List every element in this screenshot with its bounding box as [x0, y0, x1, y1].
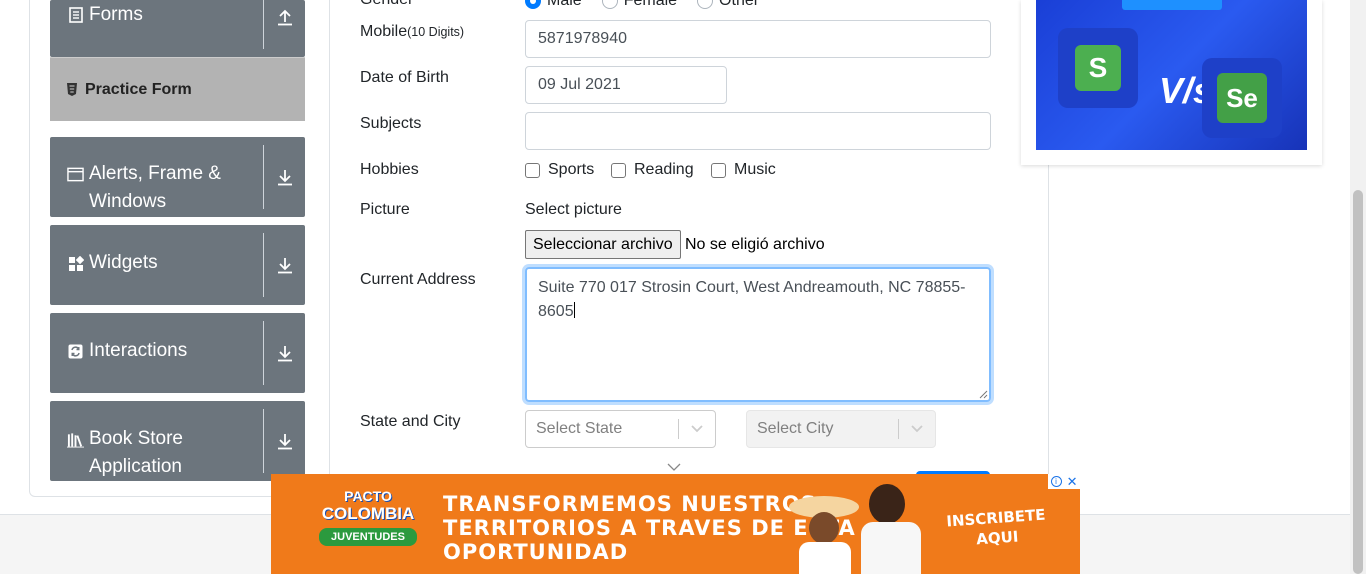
katalon-logo-icon: S — [1058, 28, 1138, 108]
address-line2: 8605 — [538, 303, 574, 320]
logo-line: PACTO — [344, 488, 392, 504]
checkbox-box[interactable] — [611, 162, 626, 178]
chevron-down-icon[interactable] — [264, 137, 305, 217]
sidebar-group-widgets[interactable]: Widgets — [50, 225, 305, 305]
sidebar-group-title-line2: Windows — [89, 191, 167, 212]
text-cursor — [573, 302, 575, 318]
mobile-value: 5871978940 — [538, 30, 627, 47]
sidebar-group-title-line2: Application — [89, 456, 182, 477]
document-icon — [67, 6, 84, 23]
cta-line: AQUI — [975, 527, 1019, 549]
ad-banner-bottom[interactable]: PACTO COLOMBIA JUVENTUDES TRANSFORMEMOS … — [271, 474, 1080, 574]
scrollbar-thumb[interactable] — [1353, 190, 1363, 574]
chevron-down-icon[interactable] — [679, 425, 715, 433]
select-picture-label: Select picture — [525, 201, 622, 218]
selenium-logo-mark: Se — [1217, 73, 1267, 123]
mobile-label: Mobile(10 Digits) — [360, 23, 464, 41]
sidebar-group-title: Interactions — [89, 340, 188, 361]
hobby-label: Reading — [634, 161, 694, 178]
gender-label: Gender — [360, 0, 413, 9]
chevron-down-icon[interactable] — [899, 425, 935, 433]
window-icon — [67, 166, 84, 183]
sidebar-group-title: Alerts, Frame & — [89, 163, 221, 184]
file-status: No se eligió archivo — [685, 236, 825, 253]
pacto-colombia-logo: PACTO COLOMBIA JUVENTUDES — [319, 488, 417, 564]
mobile-hint: (10 Digits) — [407, 25, 465, 39]
checkbox-box[interactable] — [711, 162, 726, 178]
close-icon[interactable]: ✕ — [1067, 474, 1078, 490]
chevron-up-icon[interactable] — [264, 0, 305, 57]
mobile-label-text: Mobile — [360, 23, 408, 40]
grid-icon — [67, 255, 84, 272]
selenium-logo-icon: Se — [1202, 58, 1282, 138]
ad-banner-right[interactable]: S V/s Se — [1021, 0, 1322, 165]
cta-line: INSCRIBETE — [945, 505, 1047, 531]
resize-grip-icon[interactable] — [979, 390, 988, 399]
subjects-label: Subjects — [360, 115, 422, 132]
gender-radio-female[interactable] — [601, 0, 618, 9]
sidebar-group-title: Book Store — [89, 428, 183, 449]
dob-input[interactable]: 09 Jul 2021 — [525, 66, 727, 104]
gender-radio-male[interactable] — [525, 0, 541, 9]
sidebar-item-practice-form[interactable]: Practice Form — [50, 57, 305, 121]
gender-options: Male Female Other — [525, 0, 759, 10]
gender-option-label: Female — [623, 0, 678, 9]
dob-label: Date of Birth — [360, 69, 449, 86]
katalon-logo-mark: S — [1075, 45, 1121, 91]
ad-image[interactable]: S V/s Se — [1036, 0, 1307, 150]
address-line1: Suite 770 017 Strosin Court, West Andrea… — [538, 279, 966, 296]
sidebar-group-bookstore[interactable]: Book Store Application — [50, 401, 305, 481]
gender-option-label: Male — [547, 0, 582, 9]
hobby-sports-checkbox[interactable]: Sports — [525, 161, 594, 179]
sidebar-item-label: Practice Form — [85, 80, 192, 98]
choose-file-button[interactable]: Seleccionar archivo — [525, 230, 681, 259]
current-address-label: Current Address — [360, 271, 476, 288]
ad-controls: i ✕ — [1048, 474, 1080, 489]
info-icon[interactable]: i — [1050, 476, 1062, 487]
hobby-label: Music — [734, 161, 776, 178]
subjects-input[interactable] — [525, 112, 991, 150]
headline-line: TRANSFORMEMOS NUESTROS — [443, 492, 817, 516]
logo-line: JUVENTUDES — [319, 528, 417, 546]
checkbox-box[interactable] — [525, 162, 540, 178]
dob-value: 09 Jul 2021 — [538, 76, 621, 93]
sidebar-group-interactions[interactable]: Interactions — [50, 313, 305, 393]
ad-cta-button[interactable]: INSCRIBETE AQUI — [946, 505, 1048, 552]
city-placeholder: Select City — [757, 420, 834, 437]
logo-line: COLOMBIA — [321, 504, 415, 523]
state-city-label: State and City — [360, 413, 461, 430]
hobbies-label: Hobbies — [360, 161, 419, 178]
sidebar-divider — [329, 0, 330, 497]
hobby-label: Sports — [548, 161, 595, 178]
ad-people-illustration — [781, 474, 941, 574]
html5-icon — [65, 83, 79, 97]
state-placeholder: Select State — [536, 420, 623, 437]
ad-top-bar — [1122, 0, 1222, 10]
mobile-input[interactable]: 5871978940 — [525, 20, 991, 58]
chevron-down-icon[interactable] — [264, 401, 305, 481]
sidebar-group-forms[interactable]: Forms — [50, 0, 305, 57]
page-scrollbar[interactable] — [1350, 0, 1366, 574]
hobby-reading-checkbox[interactable]: Reading — [611, 161, 694, 179]
picture-label: Picture — [360, 201, 410, 218]
city-select[interactable]: Select City — [746, 410, 936, 448]
sidebar-group-title: Forms — [89, 3, 143, 25]
state-select[interactable]: Select State — [525, 410, 716, 448]
chevron-down-icon[interactable] — [264, 225, 305, 305]
headline-line: OPORTUNIDAD — [443, 540, 629, 564]
sidebar-group-alerts[interactable]: Alerts, Frame & Windows — [50, 137, 305, 217]
chevron-down-icon[interactable] — [264, 313, 305, 393]
gender-option-label: Other — [719, 0, 760, 9]
sidebar-group-title: Widgets — [89, 252, 158, 273]
hobby-music-checkbox[interactable]: Music — [711, 161, 776, 179]
current-address-textarea[interactable]: Suite 770 017 Strosin Court, West Andrea… — [525, 267, 991, 402]
refresh-icon — [67, 343, 84, 360]
books-icon — [67, 431, 84, 448]
gender-radio-other[interactable] — [697, 0, 714, 9]
